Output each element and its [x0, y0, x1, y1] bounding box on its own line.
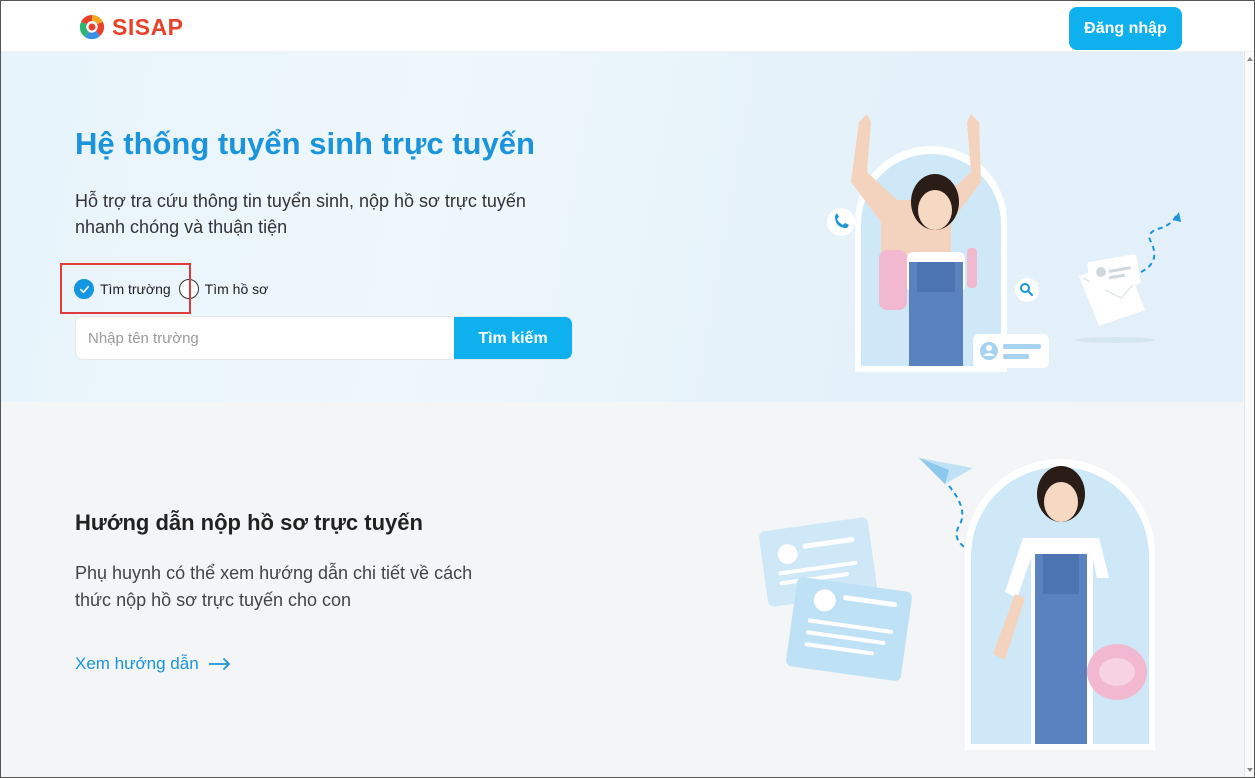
arrow-right-icon	[208, 658, 230, 670]
top-header: SISAP Đăng nhập	[1, 1, 1254, 52]
scroll-up-arrow-icon[interactable]	[1247, 57, 1253, 61]
radio-find-profile-label: Tìm hồ sơ	[204, 281, 269, 297]
hero-title: Hệ thống tuyển sinh trực tuyến	[75, 126, 535, 161]
sisap-logo-icon	[79, 14, 105, 40]
logo[interactable]: SISAP	[78, 13, 184, 41]
radio-checked-indicator[interactable]	[74, 279, 94, 299]
radio-find-school[interactable]: Tìm trường	[74, 279, 171, 299]
radio-find-school-label: Tìm trường	[100, 281, 171, 297]
search-mode-radio-group: Tìm trường Tìm hồ sơ	[74, 276, 276, 302]
guide-section: Hướng dẫn nộp hồ sơ trực tuyến Phụ huynh…	[1, 402, 1243, 777]
search-button[interactable]: Tìm kiếm	[454, 317, 572, 359]
envelope-icon	[1075, 254, 1155, 343]
search-bar: Tìm kiếm	[75, 316, 573, 360]
user-card-icon	[973, 334, 1049, 368]
check-icon	[79, 285, 89, 293]
scroll-down-arrow-icon[interactable]	[1247, 768, 1253, 772]
hero-subtitle: Hỗ trợ tra cứu thông tin tuyển sinh, nộp…	[75, 191, 526, 237]
paper-plane-icon	[919, 458, 973, 484]
guide-title: Hướng dẫn nộp hồ sơ trực tuyến	[75, 510, 423, 535]
login-button[interactable]: Đăng nhập	[1069, 7, 1182, 50]
guide-illustration	[759, 458, 1155, 750]
vertical-scrollbar[interactable]	[1244, 52, 1254, 777]
radio-find-profile[interactable]: Tìm hồ sơ	[178, 279, 269, 299]
view-guide-link-label: Xem hướng dẫn	[75, 654, 199, 673]
hero-illustration	[827, 114, 1181, 372]
user-card-icon	[786, 577, 912, 681]
guide-subtitle: Phụ huynh có thể xem hướng dẫn chi tiết …	[75, 563, 473, 610]
school-search-input[interactable]	[76, 317, 454, 359]
view-guide-link[interactable]: Xem hướng dẫn	[75, 654, 231, 674]
hero-section: Hệ thống tuyển sinh trực tuyến Hỗ trợ tr…	[1, 52, 1243, 402]
radio-unchecked-indicator[interactable]	[178, 279, 199, 299]
logo-text: SISAP	[112, 13, 184, 40]
